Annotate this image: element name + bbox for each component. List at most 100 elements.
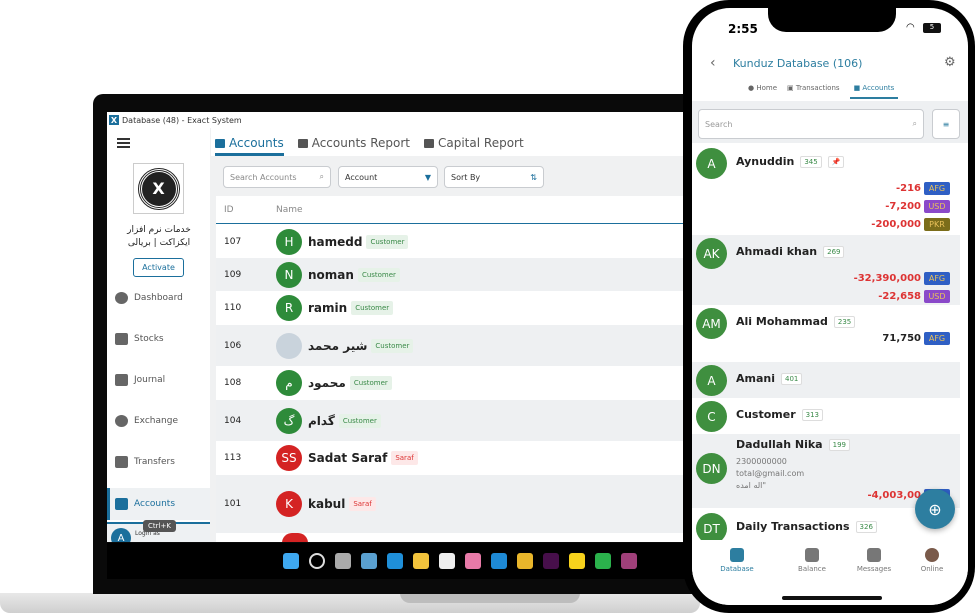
sort-select[interactable]: Sort By ⇅ [444, 166, 544, 188]
sidebar-item-dashboard[interactable]: Dashboard [107, 282, 210, 314]
table-row[interactable]: 101 K kabul Saraf [216, 475, 697, 533]
search-placeholder: Search [705, 119, 733, 129]
account-name: Sadat Saraf [308, 451, 388, 465]
edge-icon[interactable] [387, 553, 403, 569]
sidebar-item-accounts[interactable]: Accounts [107, 488, 210, 520]
avatar: R [276, 295, 302, 321]
photos-icon[interactable] [465, 553, 481, 569]
user-icon [925, 548, 939, 562]
account-type-badge: Customer [351, 301, 394, 315]
book-icon [115, 374, 128, 386]
table-row[interactable]: 104 گ گدام Customer [216, 400, 697, 441]
account-list-item[interactable]: C Customer 313 [692, 398, 960, 434]
avatar: A [111, 528, 131, 542]
sticky-notes-icon[interactable] [569, 553, 585, 569]
menu-icon[interactable] [117, 138, 130, 148]
add-account-button[interactable]: ⊕ [915, 489, 955, 529]
vscode-icon[interactable] [491, 553, 507, 569]
balance-amount: 71,750 [882, 333, 921, 344]
nav-messages[interactable]: Messages [844, 548, 904, 573]
balance-amount: -216 [895, 183, 921, 194]
table-row[interactable]: 107 H hamedd Customer [216, 225, 697, 258]
avatar: H [276, 228, 302, 255]
account-filter-select[interactable]: Account ▼ [338, 166, 438, 188]
nav-database[interactable]: Database [707, 548, 767, 573]
sidebar-item-transfers[interactable]: Transfers [107, 446, 210, 478]
account-count-badge: 313 [801, 408, 823, 421]
chrome-icon[interactable] [517, 553, 533, 569]
row-id: 113 [224, 453, 242, 463]
nav-balance[interactable]: Balance [782, 548, 842, 573]
table-row[interactable]: 113 SS Sadat Saraf Saraf [216, 441, 697, 475]
balance-amount: -4,003,00 [867, 490, 922, 501]
sidebar-item-label: Stocks [134, 334, 164, 344]
activate-button[interactable]: Activate [133, 258, 184, 277]
wallet-icon [805, 548, 819, 562]
battery-icon: 5 [923, 23, 941, 33]
avatar: K [276, 491, 302, 517]
sort-icon: ⇅ [530, 172, 537, 182]
avatar: SS [276, 445, 302, 471]
tab-capital-report[interactable]: Capital Report [424, 136, 524, 156]
tab-home[interactable]: ● Home [748, 84, 777, 99]
settings-icon[interactable]: ⚙ [944, 55, 956, 70]
search-input[interactable]: Search ⌕ [698, 109, 924, 139]
account-list-item[interactable]: A Amani 401 [692, 362, 960, 398]
avatar: DN [696, 453, 727, 484]
filter-settings-button[interactable]: ≡ [932, 109, 960, 139]
table-row[interactable]: 106 شیر محمد Customer [216, 325, 697, 366]
tab-accounts[interactable]: ■ Accounts [849, 84, 899, 99]
account-name-row: Ali Mohammad 235 [736, 315, 856, 328]
account-count-badge: 345 [800, 155, 822, 168]
account-type-badge: Customer [338, 413, 381, 428]
row-id: 109 [224, 269, 242, 280]
tab-transactions[interactable]: ▣ Transactions [787, 84, 840, 99]
xd-icon[interactable] [543, 553, 559, 569]
account-list-item[interactable]: A Aynuddin 345 📌 -216 AFG -7,200 USD -200,000 PK… [692, 145, 960, 233]
back-icon[interactable]: ‹ [710, 55, 716, 71]
table-row[interactable] [216, 533, 697, 542]
file-explorer-icon[interactable] [413, 553, 429, 569]
app-icon[interactable] [595, 553, 611, 569]
sidebar: X خدمات نرم افزار ایکزاکت | بریالی Activ… [107, 128, 210, 542]
tab-accounts[interactable]: Accounts [215, 136, 284, 156]
account-list-item[interactable]: AM Ali Mohammad 235 71,750 AFG [692, 305, 960, 360]
tab-label: Accounts [229, 136, 284, 150]
balance-amount: -22,658 [878, 291, 921, 302]
currency-badge: USD [924, 200, 950, 213]
dynamic-island [768, 8, 896, 32]
widgets-icon[interactable] [361, 553, 377, 569]
windows-icon[interactable] [283, 553, 299, 569]
account-count-badge: 199 [828, 438, 850, 451]
balance-amount: -7,200 [885, 201, 921, 212]
account-name: محمود [308, 376, 346, 390]
sidebar-item-stocks[interactable]: Stocks [107, 323, 210, 355]
currency-badge: AFG [924, 182, 950, 195]
account-count-badge: 269 [823, 245, 845, 258]
balance-row: -200,000 PKR [871, 218, 950, 231]
pie-chart-icon [115, 292, 128, 304]
task-view-icon[interactable] [335, 553, 351, 569]
account-list-item[interactable]: AK Ahmadi khan 269 -32,390,000 AFG -22,658 US… [692, 235, 960, 305]
table-row[interactable]: 109 N noman Customer [216, 258, 697, 291]
avatar: م [276, 370, 302, 396]
pin-icon[interactable]: 📌 [827, 155, 845, 168]
briefcase-icon [215, 138, 225, 148]
tab-label: Accounts [862, 84, 895, 92]
account-name-row: Amani 401 [736, 372, 803, 385]
tab-label: Accounts Report [311, 136, 410, 150]
search-icon[interactable] [309, 553, 325, 569]
account-name: hamedd [308, 234, 363, 249]
table-row[interactable]: 108 م محمود Customer [216, 366, 697, 400]
tab-accounts-report[interactable]: Accounts Report [297, 136, 410, 156]
account-name-row: Dadullah Nika 199 [736, 438, 850, 451]
sidebar-item-exchange[interactable]: Exchange [107, 405, 210, 437]
nav-online[interactable]: Online [902, 548, 962, 573]
winrar-icon[interactable] [621, 553, 637, 569]
currency-badge: USD [924, 290, 950, 303]
row-id: 107 [224, 236, 242, 247]
store-icon[interactable] [439, 553, 455, 569]
search-input[interactable]: Search Accounts ⌕ [223, 166, 331, 188]
sidebar-item-journal[interactable]: Journal [107, 364, 210, 396]
table-row[interactable]: 110 R ramin Customer [216, 291, 697, 325]
